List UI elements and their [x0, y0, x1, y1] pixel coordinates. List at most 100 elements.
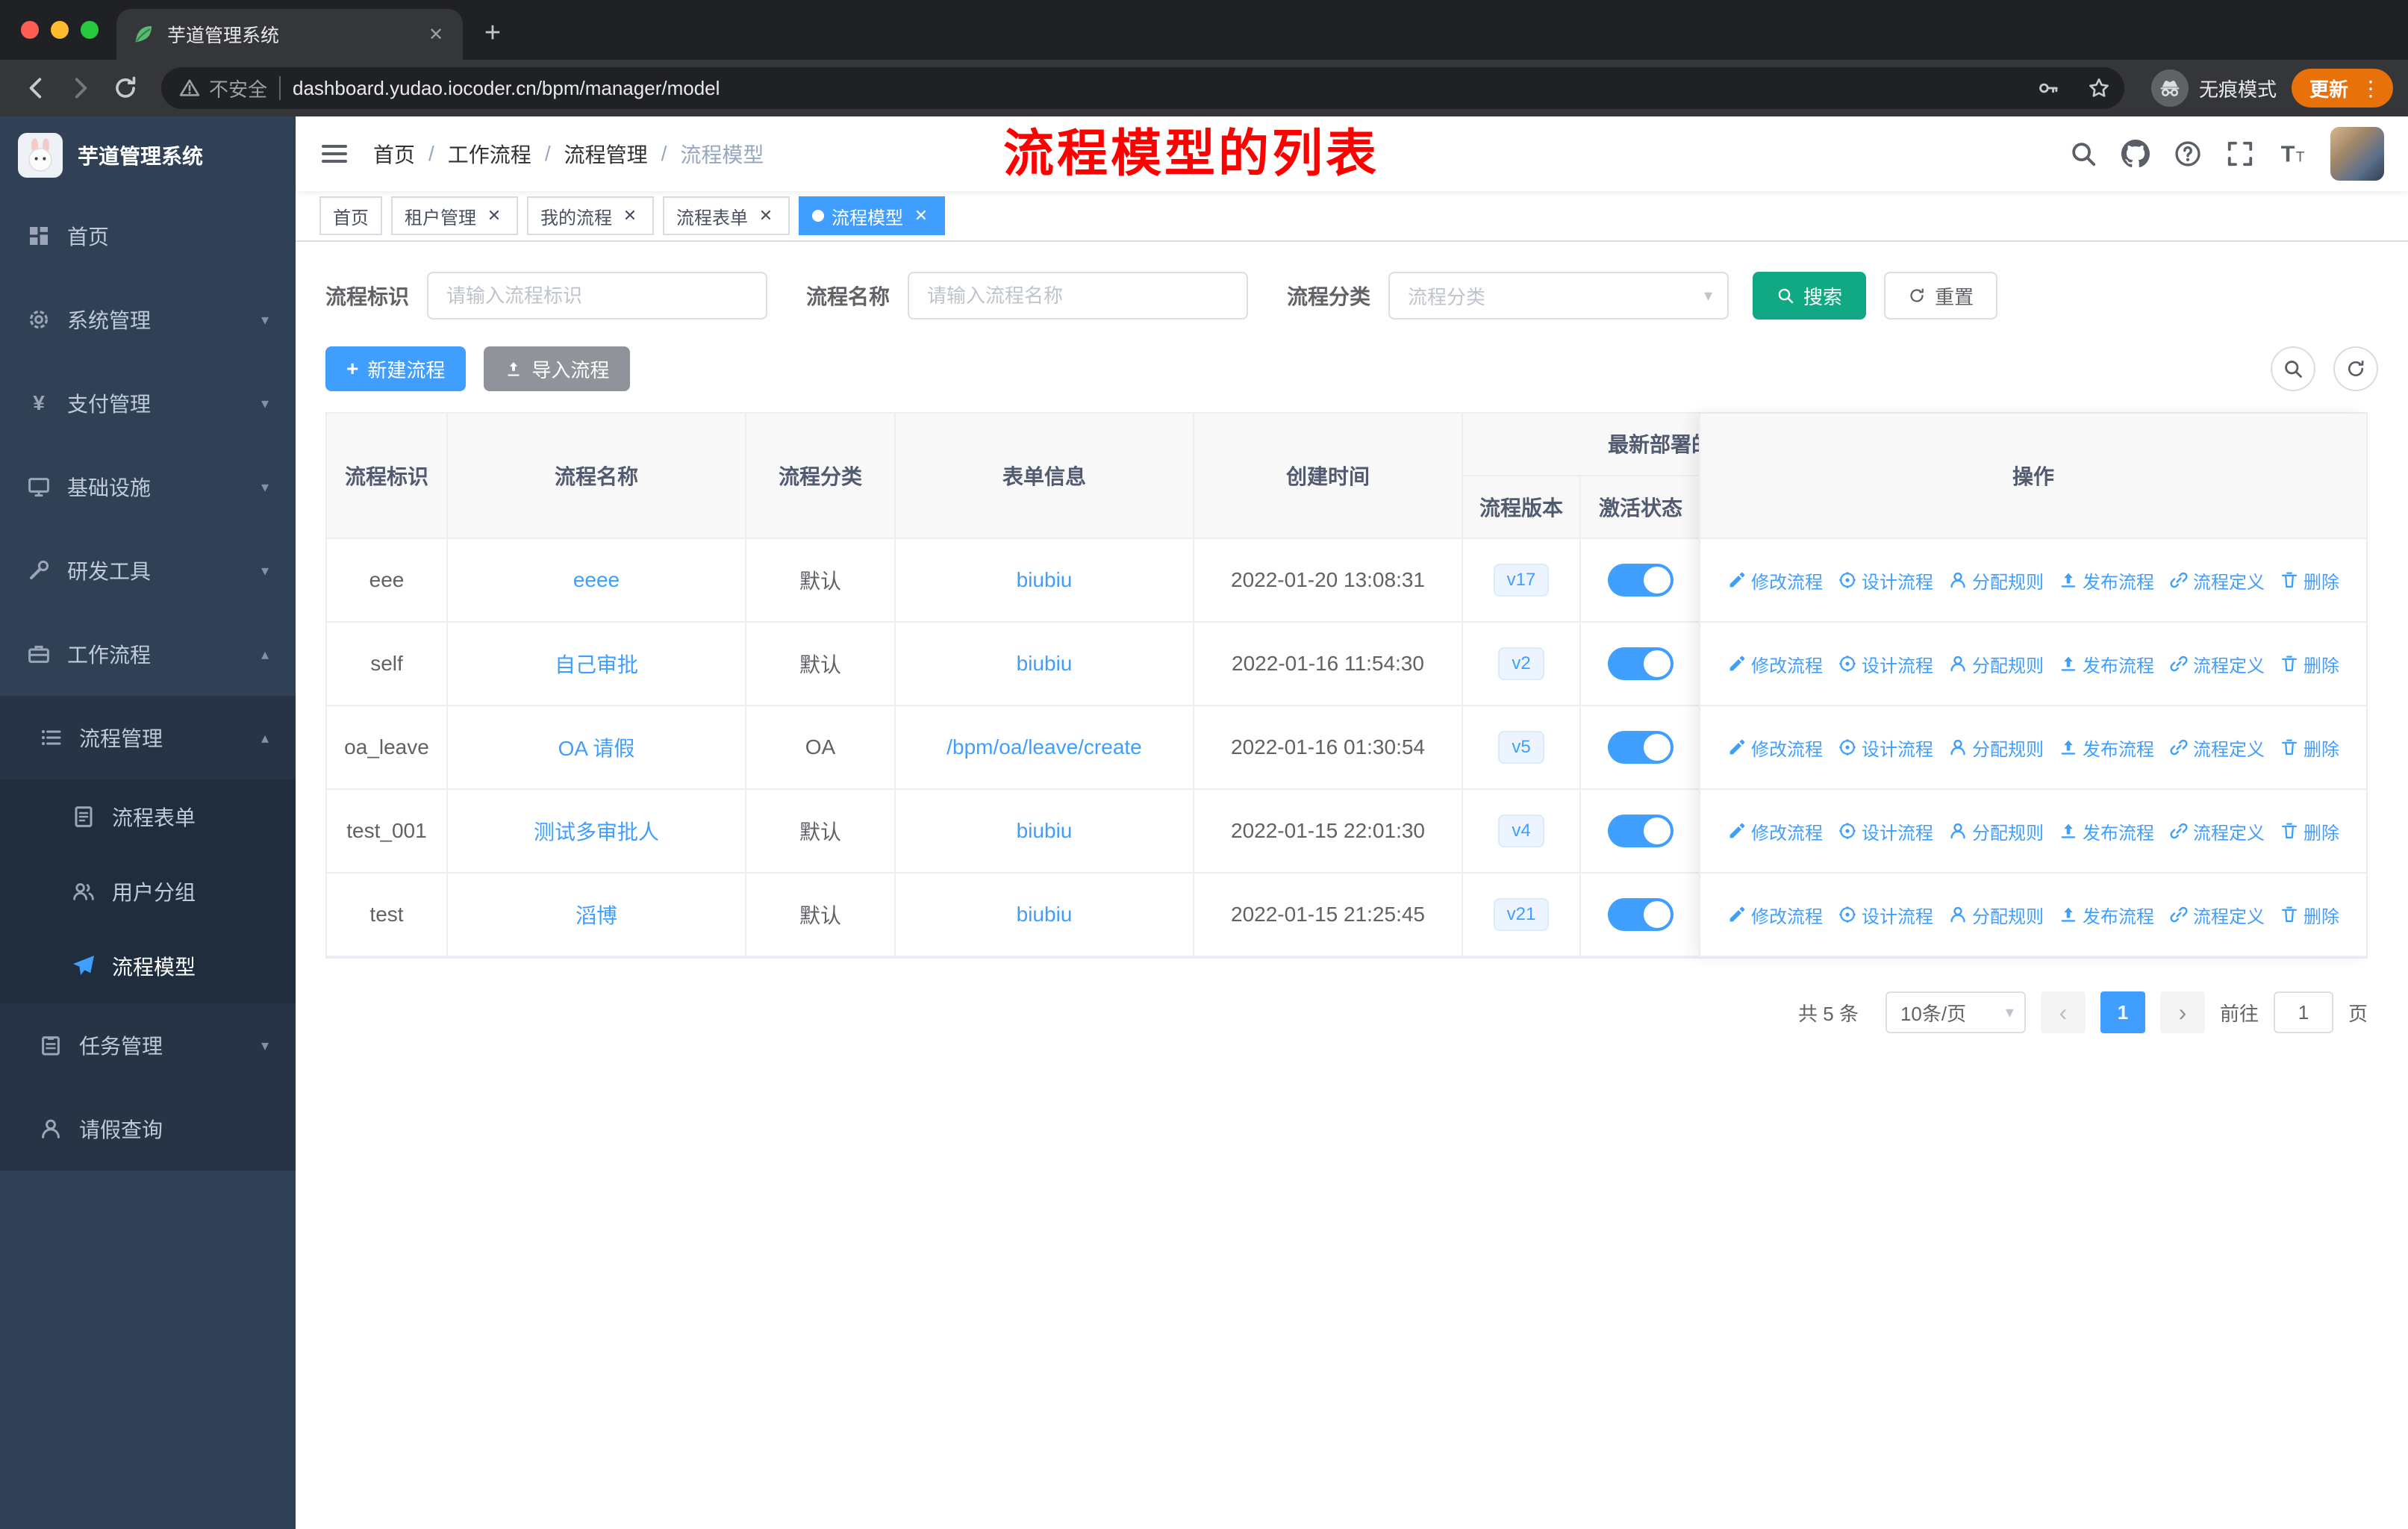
active-toggle[interactable] [1608, 564, 1674, 597]
security-indicator[interactable]: 不安全 [179, 75, 267, 102]
tag-process-form[interactable]: 流程表单 ✕ [663, 196, 790, 235]
browser-update-button[interactable]: 更新 ⋮ [2291, 69, 2393, 108]
delete-process-action[interactable]: 删除 [2280, 735, 2339, 761]
sidebar-item-home[interactable]: 首页 [0, 194, 296, 278]
active-toggle[interactable] [1608, 731, 1674, 764]
design-process-action[interactable]: 设计流程 [1838, 902, 1933, 928]
sidebar-item-process-model[interactable]: 流程模型 [0, 929, 296, 1003]
process-name-link[interactable]: 测试多审批人 [534, 816, 659, 846]
prev-page-button[interactable]: ‹ [2040, 991, 2086, 1033]
breadcrumb-item[interactable]: 工作流程 [448, 139, 531, 169]
sidebar-item-process-mgmt[interactable]: 流程管理 ▴ [0, 696, 296, 779]
header-search-button[interactable] [2069, 140, 2097, 168]
bookmark-button[interactable] [2080, 69, 2118, 108]
assign-rule-action[interactable]: 分配规则 [1948, 818, 2044, 844]
close-window-button[interactable] [21, 21, 39, 39]
edit-process-action[interactable]: 修改流程 [1727, 902, 1823, 928]
sidebar-item-leave-query[interactable]: 请假查询 [0, 1087, 296, 1171]
close-icon[interactable]: ✕ [620, 205, 640, 226]
minimize-window-button[interactable] [51, 21, 69, 39]
design-process-action[interactable]: 设计流程 [1838, 567, 1933, 594]
import-process-button[interactable]: 导入流程 [484, 346, 631, 391]
help-button[interactable] [2174, 140, 2202, 168]
key-button[interactable] [2029, 69, 2068, 108]
form-link[interactable]: /bpm/oa/leave/create [946, 735, 1142, 759]
delete-process-action[interactable]: 删除 [2280, 818, 2339, 844]
process-definition-action[interactable]: 流程定义 [2169, 902, 2265, 928]
process-category-select[interactable]: 流程分类 ▾ [1388, 272, 1729, 320]
delete-process-action[interactable]: 删除 [2280, 567, 2339, 594]
publish-process-action[interactable]: 发布流程 [2059, 651, 2154, 677]
delete-process-action[interactable]: 删除 [2280, 902, 2339, 928]
assign-rule-action[interactable]: 分配规则 [1948, 902, 2044, 928]
process-definition-action[interactable]: 流程定义 [2169, 567, 2265, 594]
active-toggle[interactable] [1608, 647, 1674, 680]
font-size-button[interactable] [2278, 140, 2306, 168]
publish-process-action[interactable]: 发布流程 [2059, 735, 2154, 761]
process-name-link[interactable]: eeee [573, 568, 620, 592]
edit-process-action[interactable]: 修改流程 [1727, 735, 1823, 761]
design-process-action[interactable]: 设计流程 [1838, 651, 1933, 677]
assign-rule-action[interactable]: 分配规则 [1948, 651, 2044, 677]
breadcrumb-item[interactable]: 首页 [373, 139, 415, 169]
edit-process-action[interactable]: 修改流程 [1727, 818, 1823, 844]
form-link[interactable]: biubiu [1017, 652, 1073, 676]
reload-button[interactable] [105, 67, 146, 109]
show-search-toggle-button[interactable] [2271, 346, 2315, 391]
sidebar-item-workflow[interactable]: 工作流程 ▴ [0, 612, 296, 696]
page-number-button[interactable]: 1 [2100, 991, 2145, 1033]
publish-process-action[interactable]: 发布流程 [2059, 818, 2154, 844]
page-size-select[interactable]: 10条/页 ▾ [1885, 991, 2026, 1033]
refresh-table-button[interactable] [2333, 346, 2378, 391]
fullscreen-button[interactable] [2226, 140, 2254, 168]
goto-page-input[interactable] [2273, 991, 2333, 1033]
assign-rule-action[interactable]: 分配规则 [1948, 567, 2044, 594]
close-icon[interactable]: ✕ [424, 22, 448, 46]
create-process-button[interactable]: + 新建流程 [325, 346, 467, 391]
process-name-input[interactable] [908, 272, 1249, 320]
sidebar-item-user-group[interactable]: 用户分组 [0, 854, 296, 929]
tag-tenant-mgmt[interactable]: 租户管理 ✕ [391, 196, 518, 235]
process-definition-action[interactable]: 流程定义 [2169, 735, 2265, 761]
sidebar-item-dev-tools[interactable]: 研发工具 ▾ [0, 529, 296, 612]
process-name-link[interactable]: OA 请假 [558, 732, 635, 762]
process-id-input[interactable] [427, 272, 768, 320]
edit-process-action[interactable]: 修改流程 [1727, 567, 1823, 594]
github-button[interactable] [2121, 140, 2150, 168]
maximize-window-button[interactable] [81, 21, 99, 39]
close-icon[interactable]: ✕ [755, 205, 776, 226]
search-button[interactable]: 搜索 [1753, 272, 1867, 320]
address-bar[interactable]: 不安全 dashboard.yudao.iocoder.cn/bpm/manag… [161, 67, 2124, 109]
form-link[interactable]: biubiu [1017, 903, 1073, 927]
back-button[interactable] [15, 67, 57, 109]
sidebar-item-process-form[interactable]: 流程表单 [0, 779, 296, 854]
sidebar-item-infrastructure[interactable]: 基础设施 ▾ [0, 445, 296, 529]
tag-my-process[interactable]: 我的流程 ✕ [527, 196, 654, 235]
delete-process-action[interactable]: 删除 [2280, 651, 2339, 677]
publish-process-action[interactable]: 发布流程 [2059, 902, 2154, 928]
sidebar-item-system-mgmt[interactable]: 系统管理 ▾ [0, 278, 296, 361]
process-name-link[interactable]: 自己审批 [555, 649, 638, 679]
next-page-button[interactable]: › [2159, 991, 2205, 1033]
sidebar-toggle-button[interactable] [319, 139, 349, 169]
browser-tab[interactable]: 芋道管理系统 ✕ [116, 9, 463, 60]
form-link[interactable]: biubiu [1017, 819, 1073, 843]
design-process-action[interactable]: 设计流程 [1838, 735, 1933, 761]
design-process-action[interactable]: 设计流程 [1838, 818, 1933, 844]
tag-home[interactable]: 首页 [319, 196, 382, 235]
close-icon[interactable]: ✕ [911, 205, 932, 226]
new-tab-button[interactable]: + [472, 12, 514, 54]
active-toggle[interactable] [1608, 815, 1674, 847]
forward-button[interactable] [60, 67, 102, 109]
breadcrumb-item[interactable]: 流程管理 [564, 139, 648, 169]
edit-process-action[interactable]: 修改流程 [1727, 651, 1823, 677]
publish-process-action[interactable]: 发布流程 [2059, 567, 2154, 594]
sidebar-item-task-mgmt[interactable]: 任务管理 ▾ [0, 1003, 296, 1087]
close-icon[interactable]: ✕ [484, 205, 505, 226]
browser-menu-icon[interactable]: ⋮ [2360, 76, 2381, 101]
tag-process-model[interactable]: 流程模型 ✕ [799, 196, 945, 235]
process-definition-action[interactable]: 流程定义 [2169, 651, 2265, 677]
assign-rule-action[interactable]: 分配规则 [1948, 735, 2044, 761]
reset-button[interactable]: 重置 [1884, 272, 1998, 320]
process-name-link[interactable]: 滔博 [576, 900, 617, 929]
